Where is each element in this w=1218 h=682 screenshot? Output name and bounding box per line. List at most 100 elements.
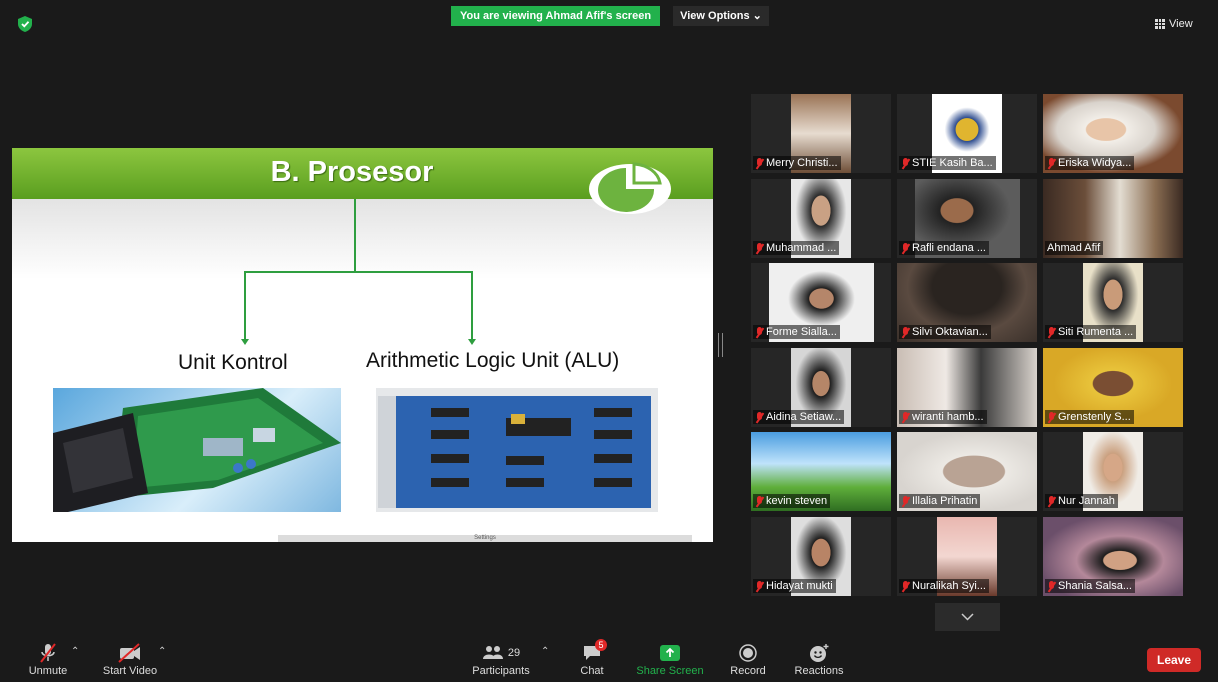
- record-label: Record: [730, 665, 766, 677]
- chat-unread-badge: 5: [595, 639, 607, 651]
- audio-options-caret-icon[interactable]: ⌃: [71, 646, 79, 657]
- participant-name: Illalia Prihatin: [912, 495, 978, 507]
- participant-tile[interactable]: Forme Sialla...: [751, 263, 891, 342]
- muted-mic-icon: [901, 495, 910, 507]
- participant-tile[interactable]: Aidina Setiaw...: [751, 348, 891, 427]
- start-video-button[interactable]: Start Video: [100, 641, 160, 677]
- muted-mic-icon: [755, 326, 764, 338]
- viewing-screen-banner: You are viewing Ahmad Afif's screen: [451, 6, 660, 26]
- control-unit-image: [53, 388, 341, 512]
- muted-mic-icon: [901, 326, 910, 338]
- muted-mic-icon: [1047, 157, 1056, 169]
- chat-button[interactable]: 5 Chat: [574, 639, 610, 677]
- participant-tile[interactable]: Shania Salsa...: [1043, 517, 1183, 596]
- participants-button[interactable]: 29 Participants: [470, 641, 532, 677]
- muted-mic-icon: [755, 495, 764, 507]
- participant-tile[interactable]: Nur Jannah: [1043, 432, 1183, 511]
- muted-mic-icon: [755, 157, 764, 169]
- muted-mic-icon: [1047, 411, 1056, 423]
- view-label: View: [1169, 18, 1193, 30]
- participant-name: Forme Sialla...: [766, 326, 837, 338]
- participant-tile[interactable]: Ahmad Afif: [1043, 179, 1183, 258]
- participant-name: STIE Kasih Ba...: [912, 157, 993, 169]
- participant-name: Muhammad ...: [766, 242, 837, 254]
- view-options-label: View Options: [680, 10, 750, 22]
- participant-name: Rafli endana ...: [912, 242, 986, 254]
- participant-name: Silvi Oktavian...: [912, 326, 988, 338]
- view-options-button[interactable]: View Options ⌄: [673, 6, 769, 26]
- view-button[interactable]: View: [1155, 14, 1193, 34]
- participants-count: 29: [507, 647, 521, 659]
- chat-label: Chat: [580, 665, 604, 677]
- record-button[interactable]: Record: [728, 641, 768, 677]
- video-options-caret-icon[interactable]: ⌃: [158, 646, 166, 657]
- participant-tile[interactable]: Rafli endana ...: [897, 179, 1037, 258]
- participant-name: Merry Christi...: [766, 157, 838, 169]
- share-screen-icon: [660, 645, 680, 661]
- share-screen-button[interactable]: Share Screen: [636, 641, 704, 677]
- unmute-button[interactable]: Unmute: [22, 641, 74, 677]
- slide-title: B. Prosesor: [270, 156, 434, 188]
- participant-tile[interactable]: STIE Kasih Ba...: [897, 94, 1037, 173]
- grid-view-icon: [1155, 19, 1165, 29]
- shared-screen-slide: B. Prosesor Unit Kontrol Arithmetic Logi…: [12, 148, 713, 542]
- participant-tile[interactable]: Eriska Widya...: [1043, 94, 1183, 173]
- participant-tile[interactable]: wiranti hamb...: [897, 348, 1037, 427]
- arrow-down-right-icon: [468, 339, 476, 345]
- alu-label: Arithmetic Logic Unit (ALU): [366, 349, 620, 372]
- muted-mic-icon: [755, 242, 764, 254]
- participant-tile[interactable]: Grenstenly S...: [1043, 348, 1183, 427]
- participant-tile[interactable]: Merry Christi...: [751, 94, 891, 173]
- share-screen-label: Share Screen: [636, 665, 704, 677]
- muted-mic-icon: [901, 157, 910, 169]
- participant-name: kevin steven: [766, 495, 828, 507]
- muted-mic-icon: [755, 580, 764, 592]
- connector-horizontal: [244, 271, 473, 273]
- panel-resize-handle[interactable]: [718, 333, 723, 357]
- participant-name: Grenstenly S...: [1058, 411, 1131, 423]
- muted-mic-icon: [901, 411, 910, 423]
- muted-mic-icon: [1047, 495, 1056, 507]
- connector-left: [244, 271, 246, 341]
- participant-name: Shania Salsa...: [1058, 580, 1132, 592]
- participant-name: Aidina Setiaw...: [766, 411, 842, 423]
- leave-button[interactable]: Leave: [1147, 648, 1201, 672]
- gallery-scroll-down-button[interactable]: [935, 603, 1000, 631]
- muted-mic-icon: [901, 580, 910, 592]
- participants-options-caret-icon[interactable]: ⌃: [541, 646, 549, 657]
- participant-name: Ahmad Afif: [1047, 242, 1101, 254]
- participant-name: Eriska Widya...: [1058, 157, 1132, 169]
- participant-tile[interactable]: Nuralikah Syi...: [897, 517, 1037, 596]
- participant-name: Hidayat mukti: [766, 580, 833, 592]
- chevron-down-icon: ⌄: [752, 10, 762, 22]
- unmute-label: Unmute: [28, 665, 68, 677]
- participant-tile[interactable]: Illalia Prihatin: [897, 432, 1037, 511]
- participant-tile[interactable]: Silvi Oktavian...: [897, 263, 1037, 342]
- participant-name: wiranti hamb...: [912, 411, 984, 423]
- reactions-label: Reactions: [794, 665, 844, 677]
- pie-chart-logo-icon: [589, 162, 671, 214]
- participant-tile[interactable]: kevin steven: [751, 432, 891, 511]
- reactions-button[interactable]: Reactions: [792, 641, 846, 677]
- start-video-label: Start Video: [102, 665, 158, 677]
- muted-mic-icon: [901, 242, 910, 254]
- video-off-icon: [118, 643, 140, 663]
- record-icon: [739, 644, 757, 662]
- mic-muted-icon: [40, 643, 56, 663]
- participant-tile[interactable]: Siti Rumenta ...: [1043, 263, 1183, 342]
- encryption-shield-icon[interactable]: [18, 16, 32, 32]
- alu-circuit-image: [376, 388, 658, 512]
- participant-name: Siti Rumenta ...: [1058, 326, 1134, 338]
- participants-label: Participants: [472, 665, 530, 677]
- reactions-smiley-icon: [810, 644, 829, 662]
- participant-tile[interactable]: Hidayat mukti: [751, 517, 891, 596]
- connector-right: [471, 271, 473, 341]
- participant-name: Nuralikah Syi...: [912, 580, 986, 592]
- participants-icon: [482, 646, 503, 659]
- chevron-down-icon: [961, 613, 974, 621]
- muted-mic-icon: [1047, 326, 1056, 338]
- arrow-down-left-icon: [241, 339, 249, 345]
- participant-name: Nur Jannah: [1058, 495, 1115, 507]
- participant-tile[interactable]: Muhammad ...: [751, 179, 891, 258]
- connector-vertical-top: [354, 199, 356, 273]
